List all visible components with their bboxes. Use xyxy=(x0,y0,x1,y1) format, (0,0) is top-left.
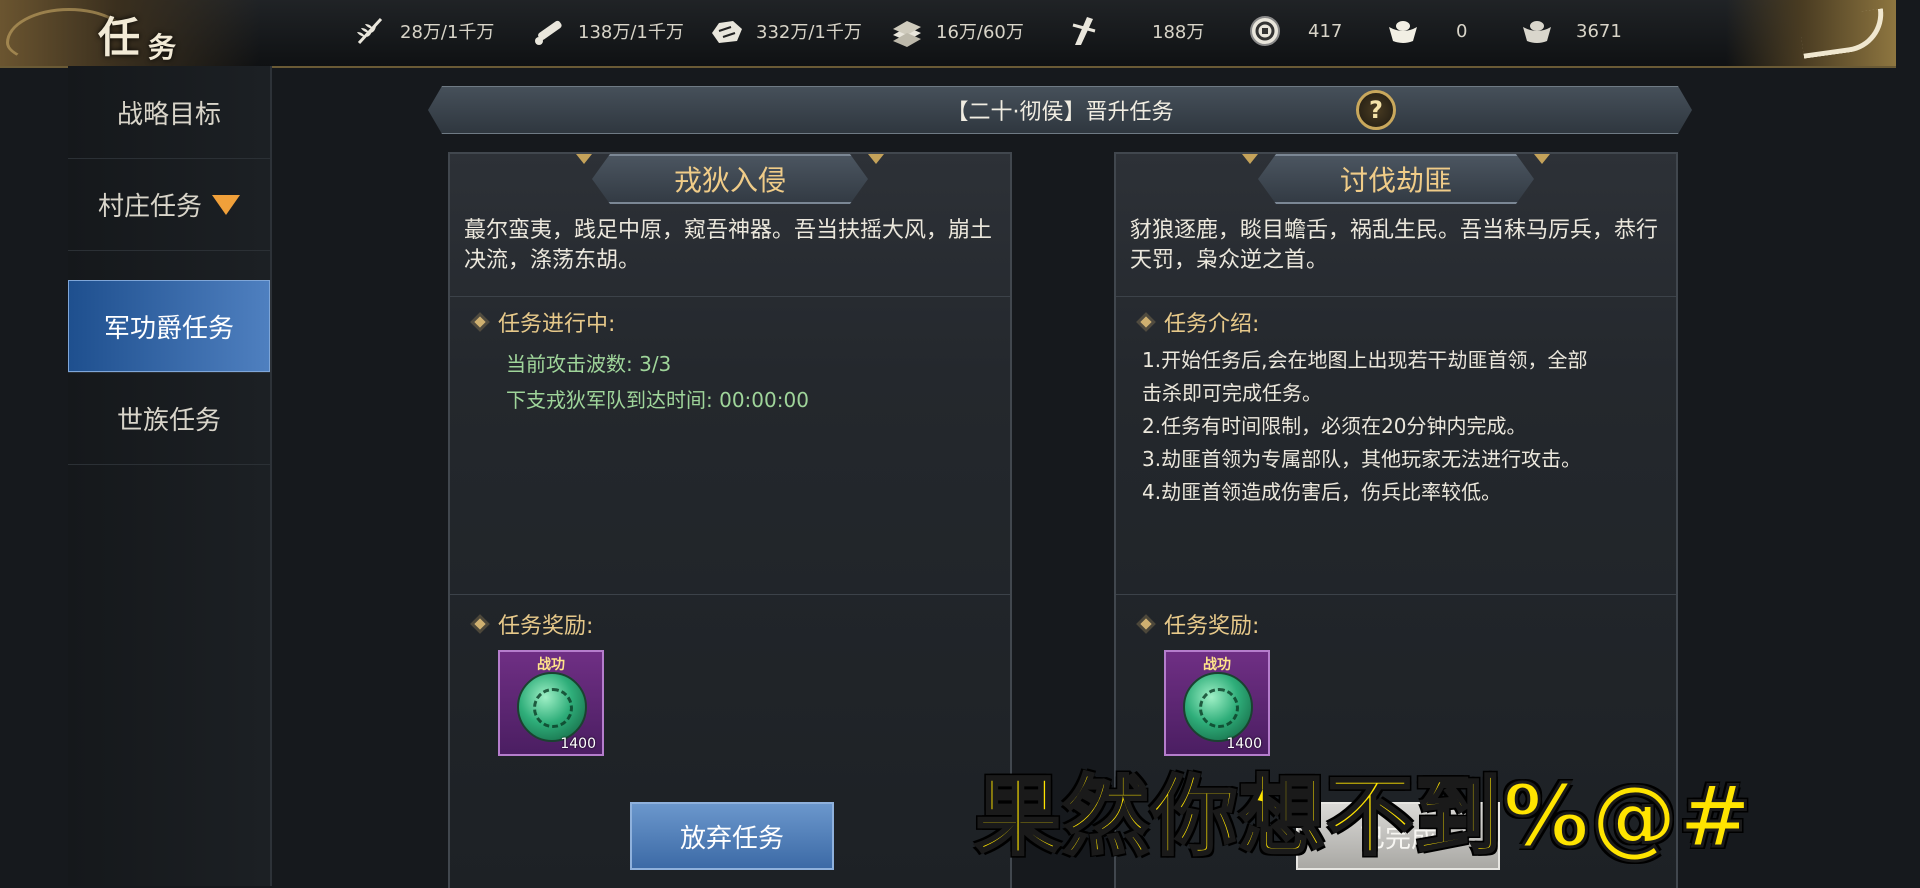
overlay-caption: 果然你想不到%@# xyxy=(973,766,1754,869)
jade-medal-icon xyxy=(517,672,587,742)
task-title-text: 戎狄入侵 xyxy=(673,164,786,197)
button-label: 放弃任务 xyxy=(679,823,784,854)
divider xyxy=(1116,594,1676,595)
intro-line: 击杀即可完成任务。 xyxy=(1142,381,1322,405)
iron-icon xyxy=(888,14,926,48)
status-section-title: 任务进行中: xyxy=(474,306,616,338)
attack-wave-status: 当前攻击波数: 3/3 xyxy=(506,352,672,376)
top-resource-bar: 任 务 28万/1千万 138万/1千万 332万/1千万 16万/60万 18… xyxy=(0,0,1896,68)
intro-line: 4.劫匪首领造成伤害后，伤兵比率较低。 xyxy=(1142,480,1502,504)
task-description: 豺狼逐鹿，睒目蟾舌，祸乱生民。吾当秣马厉兵，恭行天罚，枭众逆之首。 xyxy=(1130,218,1659,273)
reward-label: 战功 xyxy=(1203,657,1231,673)
ornament-icon xyxy=(576,154,592,164)
sidebar-item-label: 军功爵任务 xyxy=(103,313,234,344)
reward-item-military-merit[interactable]: 战功 1400 xyxy=(498,650,604,756)
close-icon[interactable] xyxy=(1798,8,1889,59)
question-mark-icon: ? xyxy=(1369,96,1383,124)
sidebar-item-strategic-goals[interactable]: 战略目标 xyxy=(68,66,270,159)
window-title-char-1: 任 xyxy=(98,13,141,62)
intro-line: 1.开始任务后,会在地图上出现若干劫匪首领，全部 xyxy=(1142,348,1588,372)
task-card-title: 戎狄入侵 xyxy=(592,154,868,204)
sidebar: 战略目标 村庄任务 军功爵任务 世族任务 xyxy=(68,66,272,886)
resource-decree-value: 188万 xyxy=(1152,22,1205,43)
diamond-bullet-icon xyxy=(1140,316,1152,328)
grain-icon xyxy=(352,14,390,48)
diamond-bullet-icon xyxy=(474,618,486,630)
task-card-invasion: 戎狄入侵 蕞尔蛮夷，践足中原，窥吾神器。吾当扶摇大风，崩土决流，涤荡东胡。 任务… xyxy=(448,152,1012,888)
ornament-icon xyxy=(1242,154,1258,164)
divider xyxy=(450,296,1010,297)
reward-amount: 1400 xyxy=(560,736,596,752)
diamond-bullet-icon xyxy=(474,316,486,328)
section-title-text: 任务奖励: xyxy=(1164,614,1260,639)
abandon-task-button[interactable]: 放弃任务 xyxy=(630,802,834,870)
diamond-bullet-icon xyxy=(1140,618,1152,630)
reward-label: 战功 xyxy=(537,657,565,673)
resource-grain[interactable]: 28万/1千万 xyxy=(352,0,494,62)
resource-wood-value: 138万/1千万 xyxy=(578,22,684,43)
resource-silver[interactable]: 3671 xyxy=(1518,0,1622,62)
decree-icon xyxy=(1064,14,1102,48)
wood-icon xyxy=(530,14,568,48)
copper-coin-icon xyxy=(1246,14,1284,48)
resource-gold-value: 0 xyxy=(1456,20,1468,42)
sidebar-item-label: 世族任务 xyxy=(116,405,221,436)
intro-line: 3.劫匪首领为专属部队，其他玩家无法进行攻击。 xyxy=(1142,447,1582,471)
sidebar-item-clan-tasks[interactable]: 世族任务 xyxy=(68,372,270,465)
help-button[interactable]: ? xyxy=(1356,90,1396,130)
task-title-text: 讨伐劫匪 xyxy=(1339,164,1452,197)
sidebar-item-military-rank-tasks[interactable]: 军功爵任务 xyxy=(68,280,270,373)
gold-ingot-icon xyxy=(1384,14,1422,48)
task-description: 蕞尔蛮夷，践足中原，窥吾神器。吾当扶摇大风，崩土决流，涤荡东胡。 xyxy=(464,218,993,273)
section-title-text: 任务进行中: xyxy=(498,312,616,337)
stone-icon xyxy=(708,14,746,48)
divider xyxy=(1116,296,1676,297)
resource-iron[interactable]: 16万/60万 xyxy=(888,0,1024,62)
resource-decree[interactable]: 188万 xyxy=(1064,0,1204,62)
reward-section-title: 任务奖励: xyxy=(474,608,594,640)
section-title-text: 任务介绍: xyxy=(1164,312,1260,337)
jade-medal-icon xyxy=(1183,672,1253,742)
sidebar-item-village-tasks[interactable]: 村庄任务 xyxy=(68,158,270,251)
resource-stone-value: 332万/1千万 xyxy=(756,22,862,43)
resource-gold[interactable]: 0 xyxy=(1384,0,1467,62)
resource-wood[interactable]: 138万/1千万 xyxy=(530,0,684,62)
page-title-banner: 【二十·彻侯】晋升任务 xyxy=(428,86,1692,134)
resource-grain-value: 28万/1千万 xyxy=(400,22,495,43)
divider xyxy=(450,594,1010,595)
intro-line: 2.任务有时间限制，必须在20分钟内完成。 xyxy=(1142,414,1527,438)
close-ornament[interactable] xyxy=(1726,0,1896,66)
sidebar-item-label: 战略目标 xyxy=(116,99,221,130)
ornament-icon xyxy=(1534,154,1550,164)
resource-copper-value: 417 xyxy=(1308,20,1343,42)
window-title-char-2: 务 xyxy=(148,31,177,64)
resource-copper[interactable]: 417 xyxy=(1246,0,1342,62)
intro-section-title: 任务介绍: xyxy=(1140,306,1260,338)
task-card-title: 讨伐劫匪 xyxy=(1258,154,1534,204)
page-title: 【二十·彻侯】晋升任务 xyxy=(946,100,1174,125)
resource-stone[interactable]: 332万/1千万 xyxy=(708,0,862,62)
resource-iron-value: 16万/60万 xyxy=(936,22,1024,43)
resource-silver-value: 3671 xyxy=(1576,20,1622,42)
reward-section-title: 任务奖励: xyxy=(1140,608,1260,640)
ornament-icon xyxy=(868,154,884,164)
sidebar-item-label: 村庄任务 xyxy=(97,191,202,222)
section-title-text: 任务奖励: xyxy=(498,614,594,639)
alert-triangle-icon xyxy=(212,195,240,215)
reward-item-military-merit[interactable]: 战功 1400 xyxy=(1164,650,1270,756)
next-army-timer: 下支戎狄军队到达时间: 00:00:00 xyxy=(506,388,809,412)
silver-ingot-icon xyxy=(1518,14,1556,48)
task-intro-list: 1.开始任务后,会在地图上出现若干劫匪首领，全部 击杀即可完成任务。 2.任务有… xyxy=(1142,344,1652,509)
